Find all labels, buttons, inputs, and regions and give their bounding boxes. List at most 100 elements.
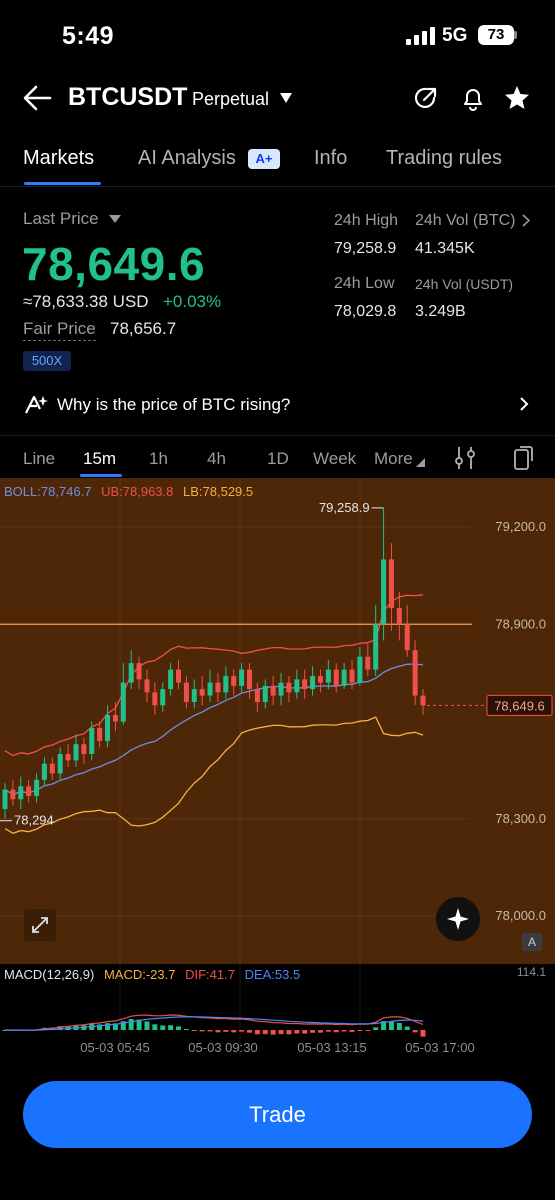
candle-body [317, 676, 323, 683]
y-axis-label: 78,900.0 [495, 616, 546, 631]
star-icon[interactable] [503, 84, 531, 112]
interval-1h[interactable]: 1h [149, 449, 168, 469]
candle-body [333, 669, 339, 686]
candle-body [41, 763, 47, 780]
tab-markets[interactable]: Markets [23, 147, 94, 170]
tab-underline [24, 182, 101, 185]
candle-body [18, 786, 24, 800]
candle-body [396, 608, 402, 625]
candle-body [199, 689, 205, 696]
candle-body [310, 676, 316, 690]
macd-histogram-bar [254, 1030, 260, 1035]
candle-body [404, 624, 410, 651]
candle-body [89, 727, 95, 754]
back-arrow-icon[interactable] [22, 84, 52, 112]
interval-4h[interactable]: 4h [207, 449, 226, 469]
auto-scale-button[interactable]: A [522, 933, 542, 951]
interval-1d[interactable]: 1D [267, 449, 289, 469]
tab-trading-rules[interactable]: Trading rules [386, 147, 502, 170]
interval-underline [80, 474, 122, 477]
candle-body [120, 682, 126, 722]
vol-btc-label[interactable]: 24h Vol (BTC) [415, 212, 515, 230]
macd-histogram-bar [176, 1026, 182, 1030]
interval-line[interactable]: Line [23, 449, 55, 469]
x-axis-label: 05-03 13:15 [297, 1040, 366, 1055]
usd-equivalent: ≈78,633.38 USD [23, 292, 149, 311]
interval-more[interactable]: More [374, 449, 413, 469]
macd-histogram-bar [317, 1030, 323, 1033]
macd-histogram-bar [128, 1019, 134, 1030]
candle-body [73, 744, 79, 761]
macd-histogram-bar [341, 1030, 347, 1032]
high-label: 24h High [334, 212, 399, 229]
candle-body [373, 624, 379, 670]
expand-button[interactable] [24, 909, 56, 941]
insight-text[interactable]: Why is the price of BTC rising? [57, 395, 290, 415]
candle-body [381, 559, 387, 625]
macd-histogram-bar [420, 1030, 426, 1037]
symbol-title[interactable]: BTCUSDT [68, 83, 187, 112]
tab-info[interactable]: Info [314, 147, 347, 170]
fair-price-value: 78,656.7 [110, 319, 177, 338]
macd-histogram-bar [246, 1030, 252, 1033]
network-label: 5G [442, 25, 468, 46]
battery-icon: 73 [478, 25, 514, 45]
candle-body [207, 682, 213, 696]
dif-value: DIF:41.7 [185, 967, 235, 982]
macd-histogram-bar [373, 1027, 379, 1030]
tab-ai-analysis[interactable]: AI Analysis [138, 147, 236, 170]
candle-body [183, 682, 189, 703]
vol-usdt-value: 3.249B [415, 303, 466, 320]
candle-body [160, 689, 166, 706]
macd-histogram-bar [231, 1030, 237, 1033]
candle-body [286, 682, 292, 693]
low-label: 24h Low [334, 275, 395, 292]
candle-body [270, 685, 276, 696]
vol-usdt-label: 24h Vol (USDT) [415, 276, 514, 292]
macd-histogram-bar [404, 1026, 410, 1030]
dea-value: DEA:53.5 [244, 967, 301, 982]
chevron-right-icon[interactable] [522, 214, 530, 227]
candle-body [65, 753, 71, 761]
macd-histogram-bar [168, 1025, 174, 1030]
divider [0, 186, 555, 187]
macd-histogram-bar [215, 1030, 221, 1033]
leverage-badge: 500X [23, 351, 71, 371]
chevron-right-icon[interactable] [519, 397, 529, 411]
current-price-label: 78,649.6 [494, 698, 545, 713]
chevron-down-icon[interactable] [279, 92, 293, 104]
macd-histogram-bar [199, 1030, 205, 1032]
fair-price-label[interactable]: Fair Price [23, 319, 96, 341]
lb-value: LB:78,529.5 [183, 484, 254, 499]
contract-type[interactable]: Perpetual [192, 89, 269, 110]
macd-value: MACD:-23.7 [103, 967, 176, 982]
ai-assistant-button[interactable] [436, 897, 480, 941]
last-price-label[interactable]: Last Price [23, 209, 99, 229]
macd-histogram-bar [278, 1030, 284, 1035]
indicator-settings-icon[interactable] [454, 446, 476, 470]
candle-body [262, 685, 268, 703]
macd-histogram-bar [333, 1030, 339, 1033]
candle-body [152, 692, 158, 706]
landscape-icon[interactable] [513, 446, 533, 470]
boll-value: BOLL:78,746.7 [4, 484, 92, 499]
candle-body [420, 695, 426, 706]
macd-histogram-bar [152, 1024, 158, 1030]
interval-week[interactable]: Week [313, 449, 356, 469]
interval-15m[interactable]: 15m [83, 449, 116, 469]
candle-body [215, 682, 221, 693]
macd-histogram-bar [310, 1030, 316, 1033]
bell-icon[interactable] [459, 84, 487, 112]
candle-body [176, 669, 182, 683]
price-change: +0.03% [163, 292, 222, 311]
candle-body [57, 753, 63, 774]
y-axis-label: 79,200.0 [495, 519, 546, 534]
candle-body [246, 669, 252, 690]
chevron-down-icon[interactable] [109, 214, 121, 224]
trade-button[interactable]: Trade [23, 1081, 532, 1148]
macd-histogram-bar [349, 1030, 355, 1032]
candle-body [325, 669, 331, 683]
macd-histogram-bar [191, 1030, 197, 1031]
share-icon[interactable] [412, 84, 440, 112]
candle-body [341, 669, 347, 686]
